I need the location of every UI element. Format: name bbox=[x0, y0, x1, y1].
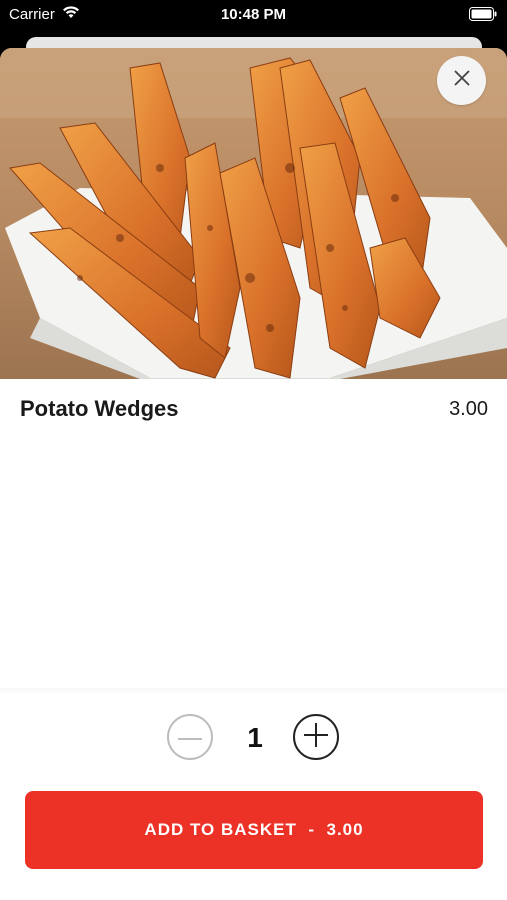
product-price: 3.00 bbox=[449, 398, 488, 420]
divider bbox=[0, 688, 507, 694]
increase-quantity-button[interactable] bbox=[293, 714, 339, 760]
product-sheet: Potato Wedges 3.00 1 ADD TO BASKET - 3.0… bbox=[0, 48, 507, 900]
minus-icon bbox=[177, 728, 203, 746]
battery-icon bbox=[469, 7, 497, 25]
product-name: Potato Wedges bbox=[20, 396, 179, 421]
close-icon bbox=[453, 69, 471, 92]
product-title-row: Potato Wedges 3.00 bbox=[0, 393, 507, 433]
add-to-basket-button[interactable]: ADD TO BASKET - 3.00 bbox=[25, 791, 483, 869]
quantity-value: 1 bbox=[247, 722, 263, 753]
decrease-quantity-button[interactable] bbox=[167, 714, 213, 760]
add-to-basket-separator: - bbox=[308, 820, 316, 839]
add-to-basket-amount: 3.00 bbox=[326, 820, 364, 839]
add-to-basket-label: ADD TO BASKET bbox=[144, 820, 297, 839]
close-button[interactable] bbox=[437, 56, 486, 105]
status-bar: Carrier 10:48 PM bbox=[0, 0, 507, 30]
status-time: 10:48 PM bbox=[220, 6, 287, 23]
potato-wedges-photo bbox=[0, 48, 507, 379]
plus-icon bbox=[303, 722, 329, 753]
quantity-stepper: 1 bbox=[0, 714, 507, 764]
